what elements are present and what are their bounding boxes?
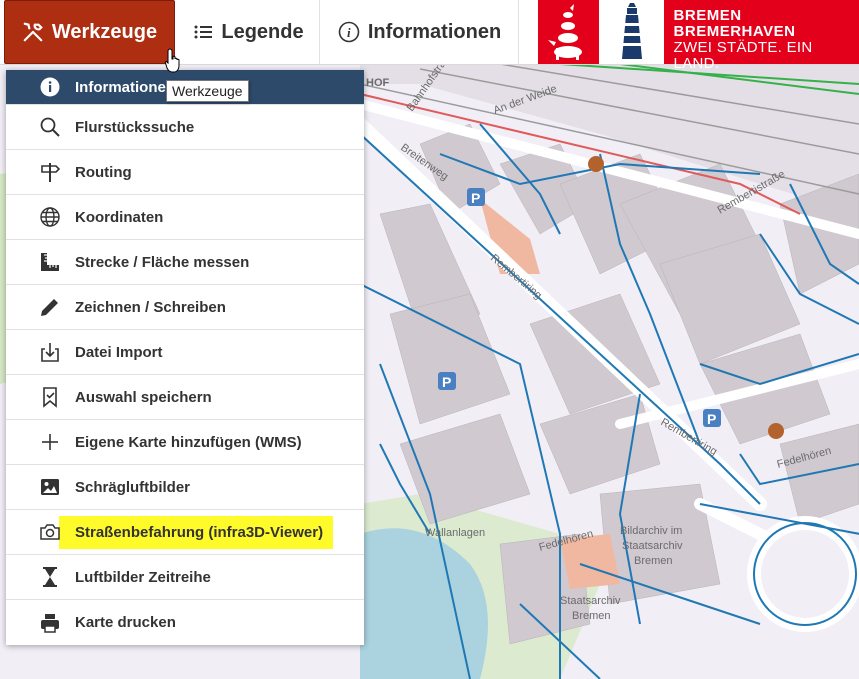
menu-item-koordinaten[interactable]: Koordinaten	[6, 195, 364, 240]
pencil-icon	[39, 296, 61, 318]
ruler-icon	[39, 251, 61, 273]
camera-icon	[39, 521, 61, 543]
globe-icon	[39, 206, 61, 228]
menu-item-datei-import[interactable]: Datei Import	[6, 330, 364, 375]
bremen-logo: BREMEN BREMERHAVEN ZWEI STÄDTE. EIN LAND…	[538, 0, 859, 72]
logo-line-2: BREMERHAVEN	[673, 23, 796, 40]
image-icon	[39, 476, 61, 498]
menu-item-strassenbefahrung[interactable]: Straßenbefahrung (infra3D-Viewer)	[6, 510, 364, 555]
menu-item-label: Strecke / Fläche messen	[75, 253, 250, 271]
lighthouse-icon	[598, 0, 664, 64]
legend-button-label: Legende	[221, 20, 304, 43]
menu-item-strecke-messen[interactable]: Strecke / Fläche messen	[6, 240, 364, 285]
menu-item-label: Koordinaten	[75, 208, 164, 226]
menu-item-label: Straßenbefahrung (infra3D-Viewer)	[59, 515, 334, 549]
svg-text:i: i	[347, 25, 351, 40]
legend-button[interactable]: Legende	[178, 0, 320, 64]
tools-button-label: Werkzeuge	[51, 20, 158, 43]
map-label-hof: HOF	[366, 77, 390, 89]
menu-item-label: Schrägluftbilder	[75, 478, 191, 496]
menu-item-eigene-karte[interactable]: Eigene Karte hinzufügen (WMS)	[6, 420, 364, 465]
menu-item-karte-drucken[interactable]: Karte drucken	[6, 600, 364, 645]
map-label-wallanlagen: Wallanlagen	[425, 527, 485, 539]
map-label-staatsarchiv-2: Bremen	[572, 610, 611, 622]
info-icon	[39, 76, 61, 98]
tools-dropdown-menu: Informationen Flurstückssuche Routing Ko…	[6, 70, 364, 645]
menu-item-label: Luftbilder Zeitreihe	[75, 568, 211, 586]
menu-item-routing[interactable]: Routing	[6, 150, 364, 195]
file-import-icon	[39, 341, 61, 363]
info-circle-icon: i	[338, 21, 360, 43]
menu-item-label: Routing	[75, 163, 132, 181]
logo-line-3: ZWEI STÄDTE. EIN LAND.	[673, 39, 813, 72]
bookmark-check-icon	[39, 386, 61, 408]
tools-icon	[23, 22, 43, 42]
hourglass-icon	[39, 566, 61, 588]
svg-text:P: P	[707, 411, 716, 427]
menu-item-label: Datei Import	[75, 343, 163, 361]
plus-icon	[39, 431, 61, 453]
printer-icon	[39, 612, 61, 634]
map-label-bildarchiv-1: Bildarchiv im	[620, 525, 682, 537]
menu-item-auswahl-speichern[interactable]: Auswahl speichern	[6, 375, 364, 420]
map-label-bildarchiv-2: Staatsarchiv	[622, 540, 683, 552]
search-icon	[39, 116, 61, 138]
tools-tooltip: Werkzeuge	[166, 80, 249, 102]
hand-cursor-icon	[165, 48, 180, 73]
tools-button[interactable]: Werkzeuge	[4, 0, 175, 64]
menu-item-luftbilder-zeitreihe[interactable]: Luftbilder Zeitreihe	[6, 555, 364, 600]
menu-item-label: Informationen	[75, 78, 175, 96]
menu-item-zeichnen[interactable]: Zeichnen / Schreiben	[6, 285, 364, 330]
town-musicians-icon	[538, 0, 599, 64]
menu-item-flurstueckssuche[interactable]: Flurstückssuche	[6, 105, 364, 150]
info-button-label: Informationen	[367, 20, 502, 43]
menu-item-label: Zeichnen / Schreiben	[75, 298, 226, 316]
svg-text:P: P	[471, 190, 480, 206]
top-toolbar: Werkzeuge Legende i Informationen BREMEN…	[0, 0, 859, 72]
signpost-icon	[39, 161, 61, 183]
map-label-bildarchiv-3: Bremen	[634, 555, 673, 567]
menu-item-label: Auswahl speichern	[75, 388, 212, 406]
list-icon	[194, 25, 213, 39]
svg-text:P: P	[442, 374, 451, 390]
menu-item-label: Eigene Karte hinzufügen (WMS)	[75, 433, 302, 451]
menu-item-schraegluftbilder[interactable]: Schrägluftbilder	[6, 465, 364, 510]
menu-item-label: Flurstückssuche	[75, 118, 195, 136]
info-button[interactable]: i Informationen	[321, 0, 519, 64]
map-label-staatsarchiv-1: Staatsarchiv	[560, 595, 621, 607]
logo-line-1: BREMEN	[673, 7, 742, 24]
menu-item-label: Karte drucken	[75, 614, 176, 631]
